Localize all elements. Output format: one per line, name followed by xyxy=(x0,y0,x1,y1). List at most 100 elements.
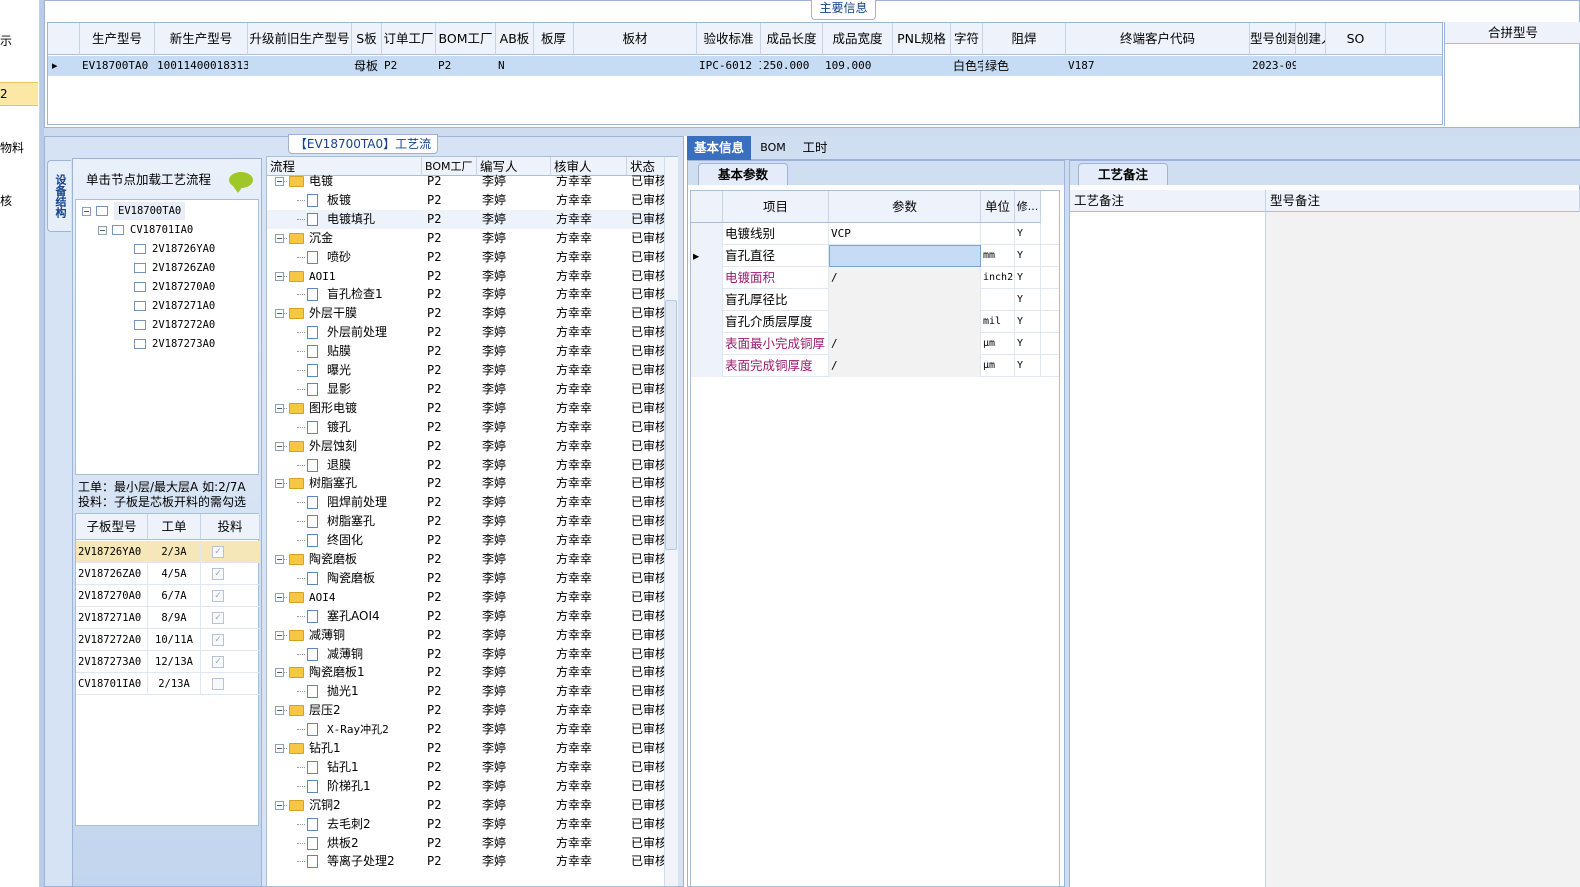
process-row[interactable]: 贴膜 P2 李婷 方幸幸 已审核 xyxy=(267,342,665,361)
process-step-name[interactable]: 钻孔1 xyxy=(327,758,422,777)
folder-expander-icon[interactable]: − xyxy=(275,800,284,810)
col-process-note[interactable]: 工艺备注 xyxy=(1070,190,1266,212)
process-step-name[interactable]: 盲孔检查1 xyxy=(327,285,422,304)
sub-model-cell[interactable]: 2V187272A0 xyxy=(78,629,148,651)
process-step-name[interactable]: 显影 xyxy=(327,380,422,399)
main-col-14[interactable]: 阻焊 xyxy=(983,23,1066,55)
process-step-name[interactable]: X-Ray冲孔2 xyxy=(327,720,422,739)
main-cell-18[interactable] xyxy=(1328,56,1386,76)
tree-node-label[interactable]: 2V187271A0 xyxy=(152,297,215,315)
process-row[interactable]: 抛光1 P2 李婷 方幸幸 已审核 xyxy=(267,682,665,701)
process-row[interactable]: − 外层干膜 P2 李婷 方幸幸 已审核 xyxy=(267,304,665,323)
tree-node-label[interactable]: 2V18726YA0 xyxy=(152,240,215,258)
process-row[interactable]: 终固化 P2 李婷 方幸幸 已审核 xyxy=(267,531,665,550)
main-cell-8[interactable] xyxy=(576,56,697,76)
sub-order-cell[interactable]: 2/13A xyxy=(148,673,201,695)
param-row[interactable]: 表面最小完成铜厚 / μm Y xyxy=(691,333,1059,355)
process-row[interactable]: 塞孔AOI4 P2 李婷 方幸幸 已审核 xyxy=(267,607,665,626)
sub-order-cell[interactable]: 8/9A xyxy=(148,607,201,629)
sub-order-cell[interactable]: 6/7A xyxy=(148,585,201,607)
process-row[interactable]: 减薄铜 P2 李婷 方幸幸 已审核 xyxy=(267,645,665,664)
col-modify[interactable]: 修... xyxy=(1015,191,1041,223)
sub-col-feed[interactable]: 投料 xyxy=(201,514,260,540)
sub-model-cell[interactable]: 2V187271A0 xyxy=(78,607,148,629)
process-step-name[interactable]: 电镀填孔 xyxy=(327,210,422,229)
process-step-name[interactable]: 外层蚀刻 xyxy=(309,437,422,456)
main-col-18[interactable]: SO xyxy=(1326,23,1386,55)
tree-node-label[interactable]: 2V187273A0 xyxy=(152,335,215,353)
tab-bom[interactable]: BOM xyxy=(753,136,793,160)
process-step-name[interactable]: 陶瓷磨板1 xyxy=(309,663,422,682)
process-step-name[interactable]: 减薄铜 xyxy=(327,645,422,664)
col-param[interactable]: 参数 xyxy=(829,191,981,223)
feed-checkbox[interactable]: ✓ xyxy=(212,656,224,668)
process-step-name[interactable]: 沉金 xyxy=(309,229,422,248)
process-step-name[interactable]: 喷砂 xyxy=(327,248,422,267)
param-value-cell[interactable]: / xyxy=(829,267,981,289)
process-row[interactable]: 去毛刺2 P2 李婷 方幸幸 已审核 xyxy=(267,815,665,834)
sub-board-row[interactable]: CV18701IA0 2/13A xyxy=(76,673,260,695)
process-step-name[interactable]: 减薄铜 xyxy=(309,626,422,645)
tab-basic-info[interactable]: 基本信息 xyxy=(687,136,751,160)
sub-model-cell[interactable]: 2V187270A0 xyxy=(78,585,148,607)
process-step-name[interactable]: 外层前处理 xyxy=(327,323,422,342)
process-row[interactable]: 钻孔1 P2 李婷 方幸幸 已审核 xyxy=(267,758,665,777)
process-step-name[interactable]: 图形电镀 xyxy=(309,399,422,418)
nav-item-1[interactable]: 2 xyxy=(0,82,38,106)
main-cell-14[interactable]: 绿色 xyxy=(985,56,1066,76)
feed-checkbox[interactable]: ✓ xyxy=(212,568,224,580)
main-col-1[interactable]: 新生产型号 xyxy=(155,23,248,55)
main-cell-6[interactable]: N xyxy=(498,56,534,76)
main-col-7[interactable]: 板厚 xyxy=(534,23,574,55)
sub-board-row[interactable]: 2V187270A0 6/7A ✓ xyxy=(76,585,260,607)
sub-order-cell[interactable]: 4/5A xyxy=(148,563,201,585)
feed-checkbox[interactable]: ✓ xyxy=(212,612,224,624)
sub-board-row[interactable]: 2V18726YA0 2/3A ✓ xyxy=(76,541,260,563)
process-step-name[interactable]: 阶梯孔1 xyxy=(327,777,422,796)
main-cell-9[interactable]: IPC-6012 II级 xyxy=(699,56,761,76)
main-grid-row[interactable]: ▸ EV18700TA0 10011400018313 母板 P2 P2 N IPC-6012… xyxy=(48,56,1442,76)
process-step-name[interactable]: 抛光1 xyxy=(327,682,422,701)
feed-checkbox[interactable]: ✓ xyxy=(212,590,224,602)
sub-board-row[interactable]: 2V18726ZA0 4/5A ✓ xyxy=(76,563,260,585)
process-step-name[interactable]: 烘板2 xyxy=(327,834,422,853)
folder-expander-icon[interactable]: − xyxy=(275,233,284,243)
process-row[interactable]: 镀孔 P2 李婷 方幸幸 已审核 xyxy=(267,418,665,437)
nav-item-3[interactable]: 核 xyxy=(0,192,38,212)
param-row[interactable]: 电镀线别 VCP Y xyxy=(691,223,1059,245)
main-cell-3[interactable]: 母板 xyxy=(354,56,382,76)
main-cell-11[interactable]: 109.000 xyxy=(825,56,893,76)
process-row[interactable]: − 图形电镀 P2 李婷 方幸幸 已审核 xyxy=(267,399,665,418)
process-step-name[interactable]: 曝光 xyxy=(327,361,422,380)
process-row[interactable]: − 树脂塞孔 P2 李婷 方幸幸 已审核 xyxy=(267,474,665,493)
process-row[interactable]: 电镀填孔 P2 李婷 方幸幸 已审核 xyxy=(267,209,665,229)
folder-expander-icon[interactable]: − xyxy=(275,309,284,319)
folder-expander-icon[interactable]: − xyxy=(275,592,284,602)
process-row[interactable]: − AOI4 P2 李婷 方幸幸 已审核 xyxy=(267,588,665,607)
process-step-name[interactable]: 钻孔1 xyxy=(309,739,422,758)
sub-model-cell[interactable]: CV18701IA0 xyxy=(78,673,148,695)
main-col-0[interactable]: 生产型号 xyxy=(80,23,155,55)
main-col-2[interactable]: 升级前旧生产型号 xyxy=(248,23,352,55)
process-step-name[interactable]: 层压2 xyxy=(309,701,422,720)
vertical-tab-structure[interactable]: 设备结构 xyxy=(47,160,71,232)
main-col-4[interactable]: 订单工厂 xyxy=(382,23,436,55)
param-value-cell[interactable] xyxy=(829,245,981,267)
folder-expander-icon[interactable]: − xyxy=(275,479,284,489)
process-row[interactable]: 曝光 P2 李婷 方幸幸 已审核 xyxy=(267,361,665,380)
main-cell-10[interactable]: 250.000 xyxy=(763,56,823,76)
nav-item-0[interactable]: 示 xyxy=(0,32,38,52)
process-step-name[interactable]: 陶瓷磨板 xyxy=(309,550,422,569)
feed-checkbox[interactable] xyxy=(212,678,224,690)
sub-model-cell[interactable]: 2V18726YA0 xyxy=(78,541,148,563)
process-step-name[interactable]: AOI1 xyxy=(309,267,422,286)
process-row[interactable]: 喷砂 P2 李婷 方幸幸 已审核 xyxy=(267,248,665,267)
param-value-cell[interactable]: / xyxy=(829,355,981,377)
feed-checkbox[interactable]: ✓ xyxy=(212,634,224,646)
tree-node-label[interactable]: 2V187272A0 xyxy=(152,316,215,334)
main-cell-2[interactable] xyxy=(250,56,352,76)
main-cell-17[interactable] xyxy=(1298,56,1326,76)
process-step-name[interactable]: 镀孔 xyxy=(327,418,422,437)
process-row[interactable]: 退膜 P2 李婷 方幸幸 已审核 xyxy=(267,456,665,475)
col-model-note[interactable]: 型号备注 xyxy=(1266,190,1580,212)
